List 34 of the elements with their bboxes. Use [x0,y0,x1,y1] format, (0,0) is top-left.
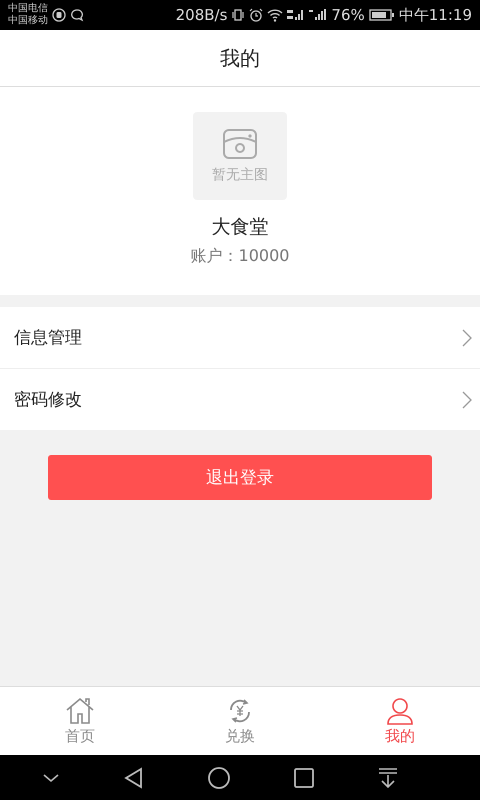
user-icon [385,696,415,724]
recent-apps-icon[interactable] [293,766,315,788]
tab[interactable]: 我的 [320,687,480,755]
menu-item[interactable]: 信息管理 [0,307,480,369]
chevron-right-icon [462,328,472,346]
chevron-right-icon [462,390,472,408]
camera-icon [222,128,258,160]
placeholder-text: 暂无主图 [212,166,268,184]
menu-item[interactable]: 密码修改 [0,369,480,430]
account-number: 账户：10000 [190,246,290,267]
battery-percent: 76% [331,6,365,24]
chevron-down-icon[interactable] [41,772,61,784]
clock: 中午11:19 [398,6,472,24]
home-icon [65,696,95,724]
battery-icon [368,8,395,22]
carrier-name: 中国移动 [8,15,48,27]
menu-label: 密码修改 [14,389,82,411]
back-icon[interactable] [123,766,145,788]
account-name: 大食堂 [212,215,268,240]
menu-label: 信息管理 [14,327,82,349]
vibrate-icon [231,8,246,22]
signal-icon [309,8,328,22]
carrier-name: 中国电信 [8,3,48,14]
chat-icon [70,8,84,22]
page-title: 我的 [220,44,260,72]
notification-pull-icon[interactable] [377,766,399,788]
wifi-icon [267,8,284,22]
logout-button[interactable]: 退出登录 [48,455,432,500]
signal-icon [287,8,306,22]
alarm-icon [249,8,264,22]
tab[interactable]: 兑换 [160,687,320,755]
home-icon[interactable] [207,766,231,790]
network-speed: 208B/s [176,6,228,24]
tab[interactable]: 首页 [0,687,160,755]
